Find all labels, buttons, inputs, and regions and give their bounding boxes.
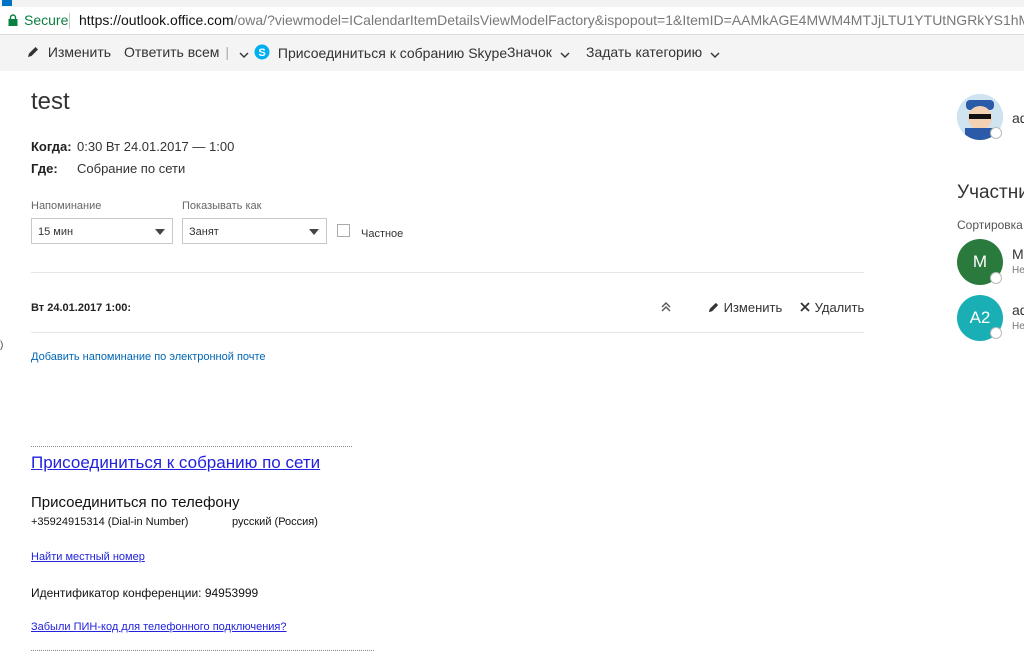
caret-down-icon [155,229,165,235]
reminder-label: Напоминание [31,200,102,212]
url-field[interactable]: https://outlook.office.com/owa/?viewmode… [79,12,1024,28]
category-menu-label: Задать категорию [586,44,703,60]
join-skype-label: Присоединиться к собранию Skype [277,45,508,61]
where-value: Собрание по сети [77,161,186,176]
edit-button[interactable]: Изменить [26,44,111,60]
skype-icon: S [254,44,270,60]
svg-text:S: S [258,47,265,59]
secure-label: Secure [24,12,69,28]
presence-indicator [990,272,1002,284]
reply-all-label: Ответить всем [124,44,220,60]
icon-menu-label: Значок [507,44,552,60]
private-checkbox[interactable] [337,224,350,237]
attendee-initials: M [972,252,988,271]
close-icon [800,302,810,312]
edit-reminder-label: Изменить [723,300,783,315]
window-title-strip [0,0,1024,7]
presence-indicator [990,127,1002,139]
find-local-number-link[interactable]: Найти местный номер [31,551,145,563]
where-row: Где: [31,160,58,178]
pencil-icon [708,302,719,313]
sort-label[interactable]: Сортировка [957,218,1023,232]
chevron-down-icon [710,52,720,58]
conference-id: Идентификатор конференции: 94953999 [31,586,259,600]
organizer-name: ad [1012,110,1024,126]
attendee-status: Не [1012,321,1024,332]
attendee-name: ad [1012,302,1024,318]
private-label: Частное [361,228,404,240]
dial-in-language: русский (Россия) [232,516,318,528]
dotted-separator [31,446,352,447]
reminder-date: Вт 24.01.2017 1:00: [31,302,132,314]
chevron-down-icon[interactable] [239,51,249,59]
divider [31,332,864,333]
where-label: Где: [31,161,58,176]
url-path: /owa/?viewmodel=ICalendarItemDetailsView… [233,12,1024,28]
edit-label: Изменить [47,44,112,60]
presence-indicator [990,327,1002,339]
edit-reminder-button[interactable]: Изменить [707,300,782,315]
delete-reminder-button[interactable]: Удалить [799,300,864,315]
add-email-reminder-link[interactable]: Добавить напоминание по электронной почт… [31,351,266,363]
collapse-up-icon[interactable] [659,300,673,314]
show-as-value: Занят [189,226,219,238]
reminder-dropdown[interactable]: 15 мин [31,218,173,244]
reminder-value: 15 мин [38,226,74,238]
forgot-pin-link[interactable]: Забыли ПИН-код для телефонного подключен… [31,621,286,633]
join-skype-button[interactable]: S Присоединиться к собранию Skype [254,44,507,61]
dotted-separator [31,650,374,651]
when-value-row: 0:30 Вт 24.01.2017 — 1:00 [77,138,234,156]
outlook-app-icon [2,0,12,6]
join-by-phone-heading: Присоединиться по телефону [31,494,240,511]
when-label: Когда: [31,139,72,154]
lock-icon [8,14,18,26]
attendee-name: M [1012,246,1024,262]
dial-in-number: +35924915314 (Dial-in Number) [31,516,189,528]
pencil-icon [28,47,38,57]
category-menu-button[interactable]: Задать категорию [586,44,720,60]
attendees-heading: Участни [957,182,1024,203]
caret-down-icon [309,229,319,235]
split-divider: | [225,44,229,60]
reply-all-button[interactable]: Ответить всем | [124,44,249,60]
show-as-dropdown[interactable]: Занят [182,218,327,244]
chevron-down-icon [560,52,570,58]
where-value-row: Собрание по сети [77,160,185,178]
event-title: test [31,88,70,115]
icon-menu-button[interactable]: Значок [507,44,570,60]
divider [31,272,864,273]
attendee-status: Не [1012,265,1024,276]
attendee-initials: A2 [969,308,991,327]
address-bar[interactable]: Secure https://outlook.office.com/owa/?v… [0,7,1024,35]
address-separator [69,13,70,29]
delete-reminder-label: Удалить [814,300,865,315]
command-bar: Изменить Ответить всем | S Присоединитьс… [0,35,1024,71]
url-host: https://outlook.office.com [79,12,234,28]
when-row: Когда: [31,138,72,156]
edge-fragment: ) [0,340,4,351]
when-value: 0:30 Вт 24.01.2017 — 1:00 [77,139,235,154]
join-online-meeting-link[interactable]: Присоединиться к собранию по сети [31,453,320,473]
show-as-label: Показывать как [182,200,262,212]
